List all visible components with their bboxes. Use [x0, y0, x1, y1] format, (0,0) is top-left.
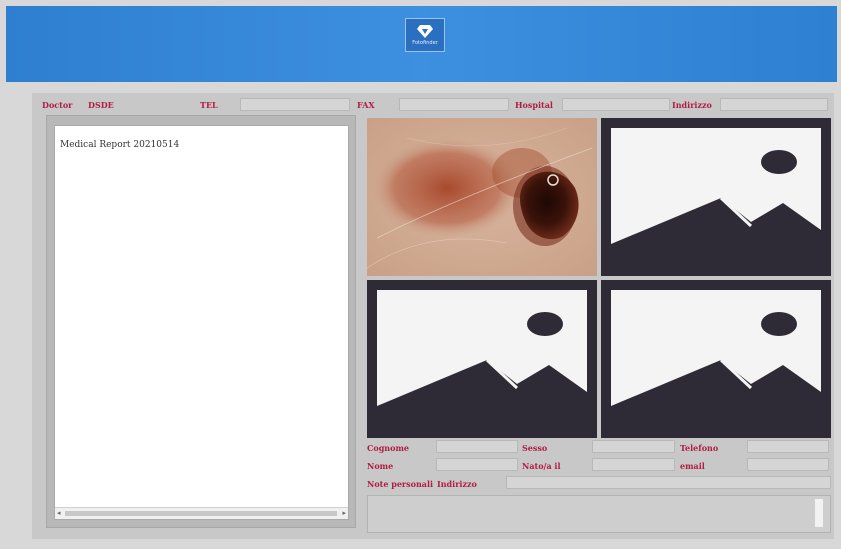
address-field[interactable] — [720, 98, 828, 111]
nato-label: Nato/a il — [522, 461, 561, 471]
report-frame: Medical Report 20210514 ◂ ▸ — [46, 115, 356, 528]
logo-caption: Fotofinder — [412, 40, 438, 46]
nome-field[interactable] — [436, 458, 518, 471]
hospital-label: Hospital — [515, 100, 553, 110]
main-panel: Doctor DSDE TEL FAX Hospital Indirizzo M… — [32, 93, 834, 539]
image-placeholder-2[interactable] — [367, 280, 597, 438]
image-placeholder-1[interactable] — [601, 118, 831, 276]
sesso-field[interactable] — [592, 440, 675, 453]
scrollbar-thumb[interactable] — [65, 511, 337, 516]
dermoscopy-image[interactable] — [367, 118, 597, 276]
cognome-field[interactable] — [436, 440, 518, 453]
doctor-label: Doctor — [42, 100, 73, 110]
email-field[interactable] — [747, 458, 829, 471]
image-placeholder-3[interactable] — [601, 280, 831, 438]
horizontal-scrollbar[interactable]: ◂ ▸ — [55, 507, 348, 519]
telefono-field[interactable] — [747, 440, 829, 453]
app-logo-button[interactable]: Fotofinder — [405, 18, 445, 52]
cognome-label: Cognome — [367, 443, 410, 453]
indirizzo-field[interactable] — [506, 476, 831, 489]
nome-label: Nome — [367, 461, 394, 471]
scroll-right-icon[interactable]: ▸ — [342, 509, 346, 517]
address-label: Indirizzo — [672, 100, 712, 110]
report-textarea[interactable]: Medical Report 20210514 ◂ ▸ — [54, 125, 349, 520]
fax-label: FAX — [357, 100, 375, 110]
scroll-left-icon[interactable]: ◂ — [57, 509, 61, 517]
notes-textarea[interactable] — [367, 495, 831, 533]
birthdate-field[interactable] — [592, 458, 675, 471]
note-label: Note personali — [367, 479, 434, 489]
sesso-label: Sesso — [522, 443, 548, 453]
tel-field[interactable] — [240, 98, 350, 111]
fax-field[interactable] — [399, 98, 509, 111]
tel-label: TEL — [200, 100, 218, 110]
doctor-value: DSDE — [88, 100, 114, 110]
report-title: Medical Report 20210514 — [60, 140, 180, 150]
app-header: Fotofinder — [6, 6, 837, 82]
telefono-label: Telefono — [680, 443, 719, 453]
hospital-field[interactable] — [562, 98, 670, 111]
diamond-icon — [417, 25, 433, 38]
email-label: email — [680, 461, 705, 471]
vertical-scrollbar[interactable] — [814, 498, 824, 528]
indirizzo-label: Indirizzo — [437, 479, 477, 489]
